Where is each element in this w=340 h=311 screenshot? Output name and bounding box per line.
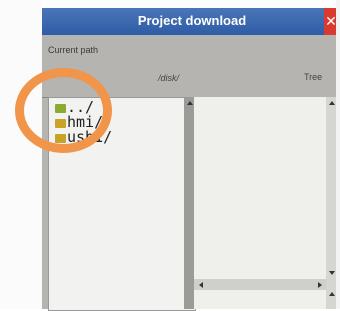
tree-scrollbar[interactable] <box>326 97 336 309</box>
scroll-up-arrow-icon[interactable] <box>187 101 193 105</box>
scroll-left-arrow-icon[interactable] <box>199 282 203 288</box>
screen-bezel-right <box>336 0 340 309</box>
screen-bezel-top <box>0 0 340 8</box>
dialog-titlebar: Project download ✕ <box>42 8 336 35</box>
tree-scroll-up-icon-lower[interactable] <box>329 292 335 296</box>
tree-scroll-up-icon[interactable] <box>329 101 335 105</box>
close-icon[interactable]: ✕ <box>324 8 336 35</box>
current-path-label: Current path <box>48 45 99 55</box>
screen-bezel-left <box>0 0 42 309</box>
tree-panel[interactable] <box>194 97 326 309</box>
tree-scroll-down-icon[interactable] <box>329 271 335 275</box>
tree-horizontal-scrollbar[interactable] <box>194 279 326 290</box>
tree-label: Tree <box>304 72 323 82</box>
highlight-circle-annotation <box>15 68 112 153</box>
current-path-value: /disk/ <box>158 73 180 83</box>
dialog-title: Project download <box>137 13 247 28</box>
file-list-scrollbar[interactable] <box>184 97 194 309</box>
scroll-right-arrow-icon[interactable] <box>318 282 322 288</box>
